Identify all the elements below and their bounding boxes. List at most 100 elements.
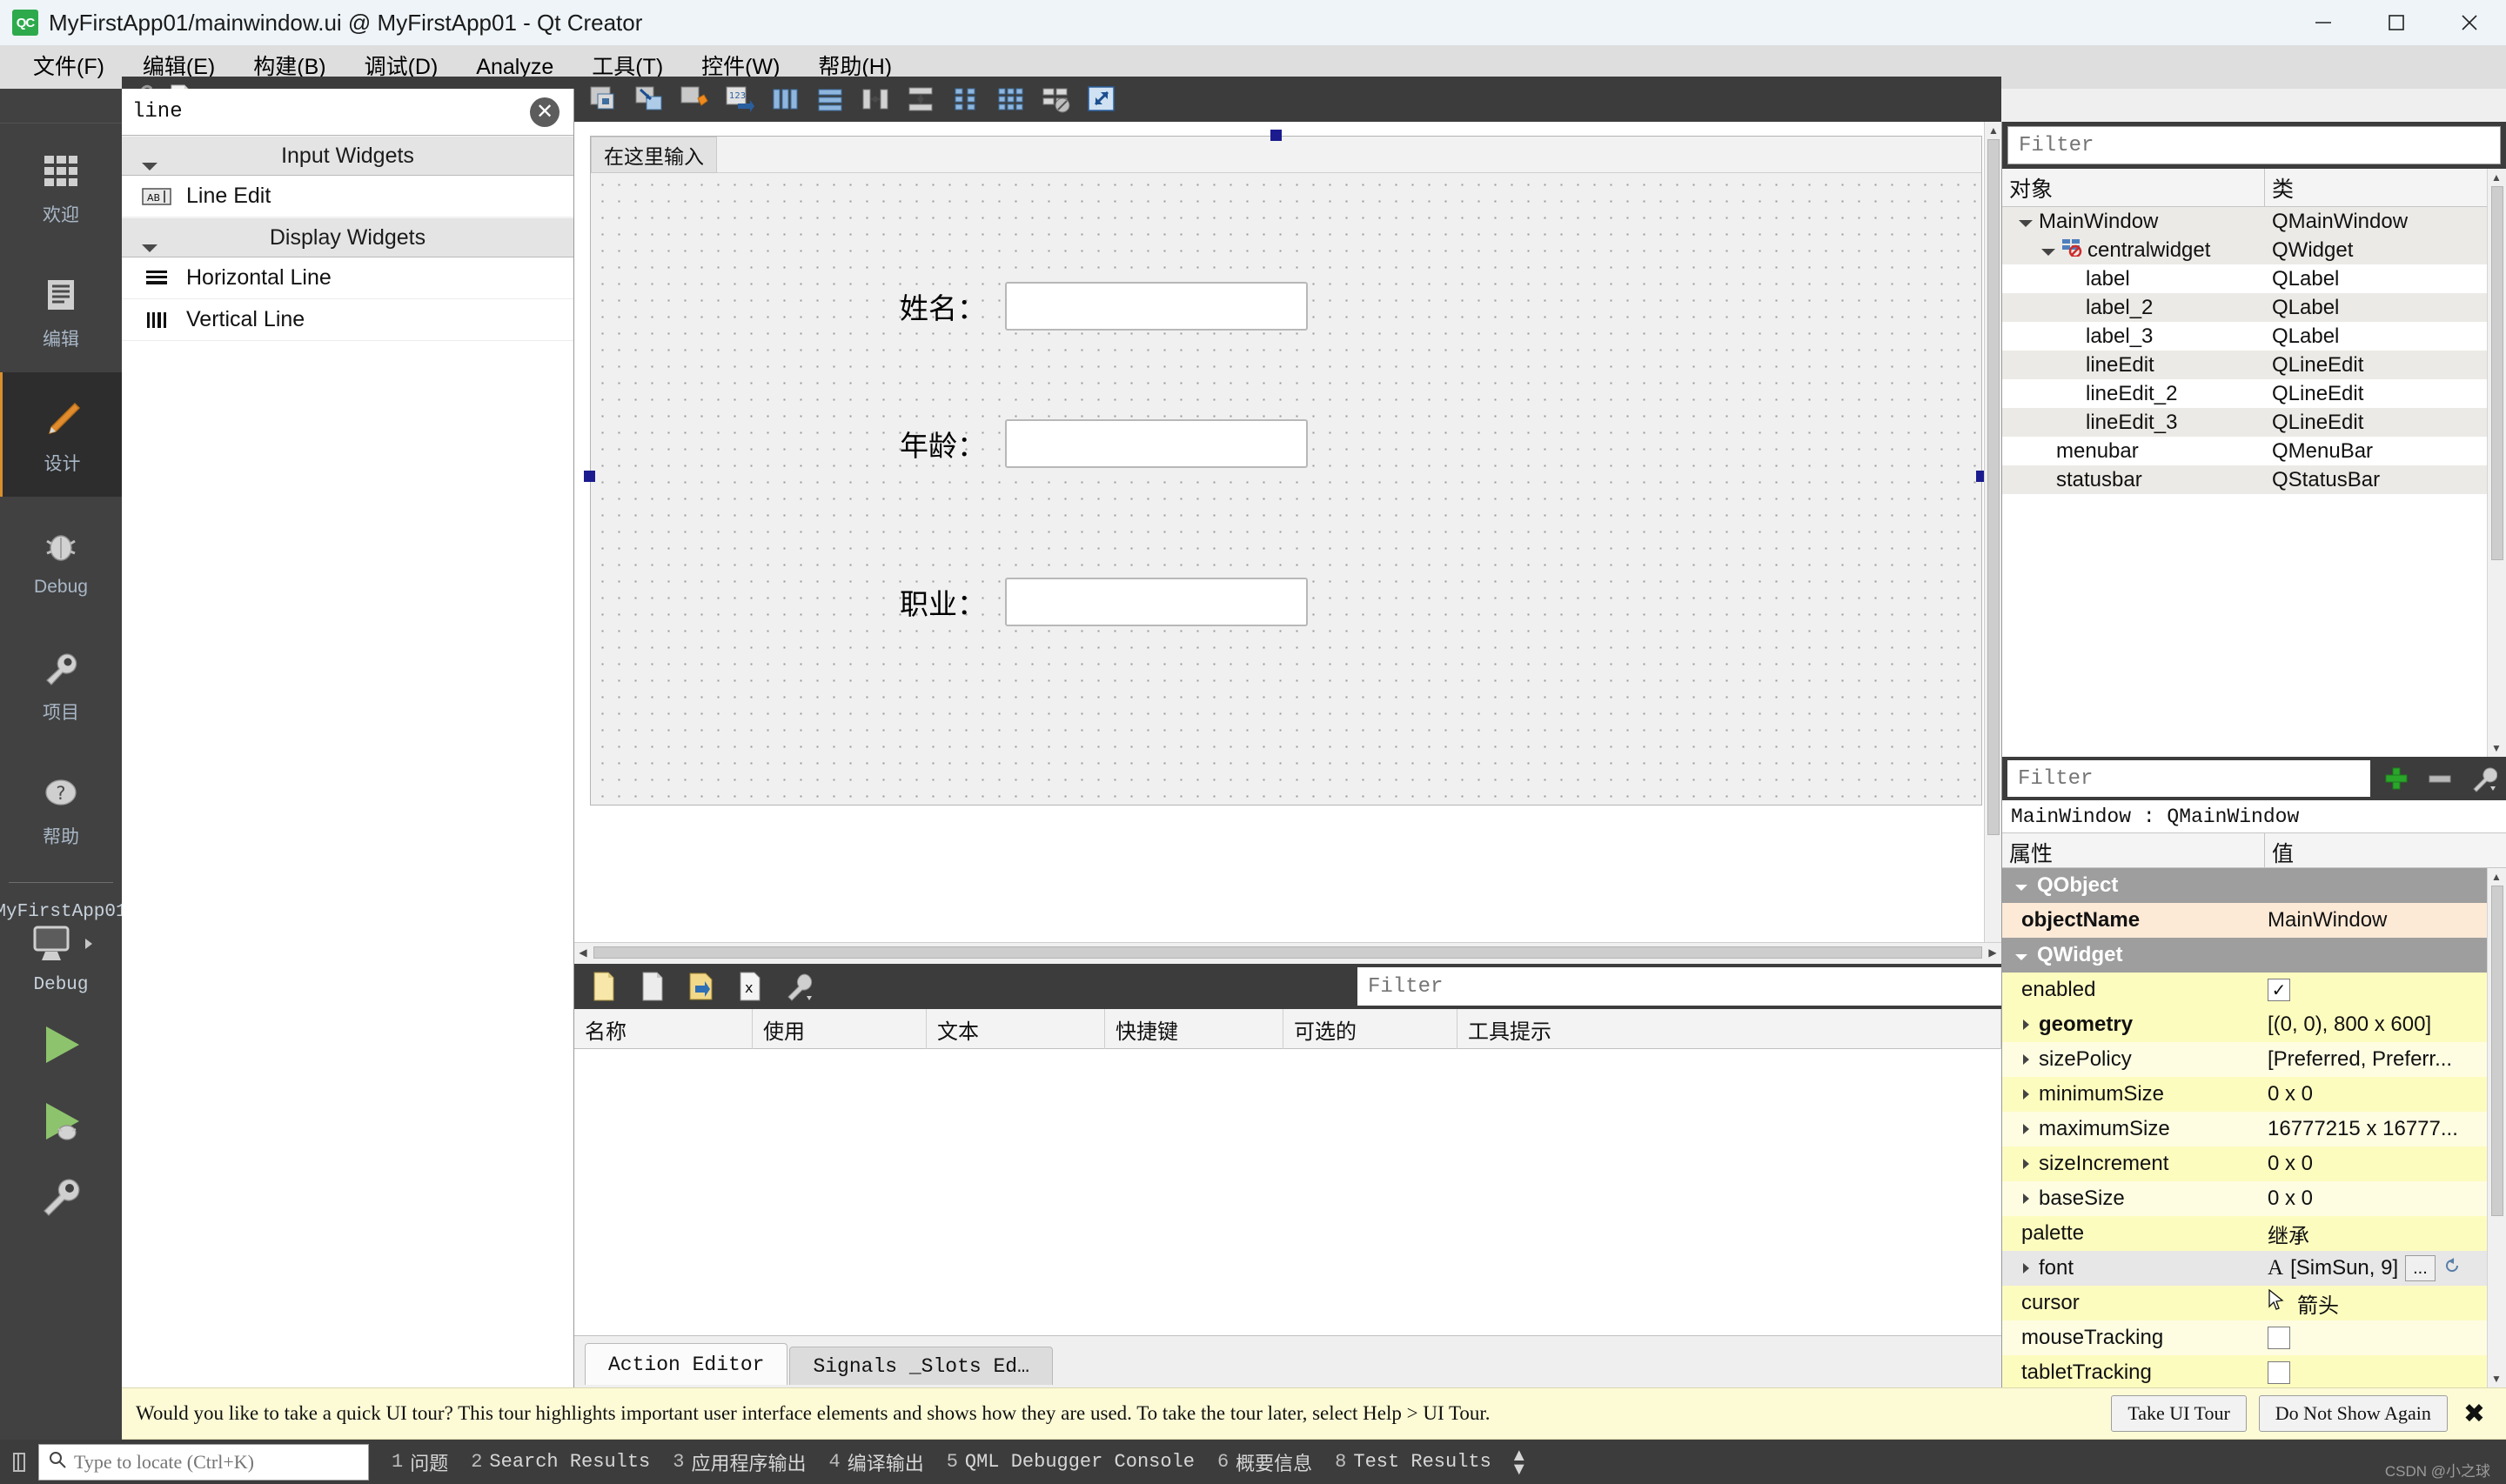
canvas-hscroll-thumb[interactable] — [593, 946, 1982, 959]
property-group-qobject[interactable]: QObject — [2002, 868, 2506, 903]
form-lineedit-occupation[interactable] — [1005, 578, 1308, 626]
property-row-geometry[interactable]: geometry [(0, 0), 800 x 600] — [2002, 1007, 2506, 1042]
kit-selector[interactable]: MyFirstApp01 Debug — [0, 892, 127, 995]
property-row-cursor[interactable]: cursor 箭头 — [2002, 1286, 2506, 1320]
action-col-used[interactable]: 使用 — [753, 1009, 927, 1049]
clear-circle-icon[interactable]: ✕ — [530, 97, 559, 127]
locator-box[interactable] — [38, 1443, 369, 1481]
output-pane-qml-debugger-console[interactable]: 5 QML Debugger Console — [947, 1451, 1195, 1473]
form-menubar[interactable]: 在这里输入 — [591, 136, 1981, 173]
chevron-right-icon[interactable] — [2021, 1256, 2030, 1280]
mode-button-design[interactable]: 设计 — [0, 372, 122, 497]
scroll-up-arrow-icon[interactable]: ▲ — [2488, 169, 2505, 186]
close-button[interactable] — [2433, 0, 2506, 45]
widget-filter-input[interactable] — [122, 89, 573, 135]
start-debugging-button[interactable] — [0, 1094, 122, 1148]
chevron-right-icon[interactable] — [2021, 1187, 2030, 1211]
mousetracking-checkbox[interactable] — [2268, 1327, 2290, 1349]
object-col-name[interactable]: 对象 — [2002, 169, 2265, 207]
form-lineedit-age[interactable] — [1005, 419, 1308, 468]
resize-handle-left[interactable] — [584, 471, 595, 482]
paste-action-button[interactable] — [679, 966, 724, 1006]
widget-item-line-edit[interactable]: AB Line Edit — [122, 176, 573, 217]
widget-group-display-widgets[interactable]: Display Widgets — [122, 217, 573, 257]
scroll-up-arrow-icon[interactable]: ▲ — [2488, 868, 2505, 886]
action-table-body[interactable] — [574, 1049, 2001, 1336]
property-value[interactable]: 0 x 0 — [2268, 1152, 2313, 1176]
widget-item-vertical-line[interactable]: Vertical Line — [122, 299, 573, 341]
output-pane-application-output[interactable]: 3 应用程序输出 — [673, 1448, 806, 1476]
property-scroll-thumb[interactable] — [2490, 886, 2503, 1216]
tab-action-editor[interactable]: Action Editor — [585, 1343, 788, 1385]
break-layout-button[interactable] — [1035, 80, 1077, 118]
table-row[interactable]: statusbar QStatusBar — [2002, 465, 2506, 494]
table-row[interactable]: lineEdit QLineEdit — [2002, 351, 2506, 379]
table-row[interactable]: label_2 QLabel — [2002, 293, 2506, 322]
property-row-sizeincrement[interactable]: sizeIncrement 0 x 0 — [2002, 1146, 2506, 1181]
chevron-right-icon[interactable] — [2021, 1117, 2030, 1141]
table-row[interactable]: MainWindow QMainWindow — [2002, 207, 2506, 236]
edit-tab-order-button[interactable]: 123 — [719, 80, 761, 118]
take-ui-tour-button[interactable]: Take UI Tour — [2111, 1395, 2247, 1432]
action-col-tooltip[interactable]: 工具提示 — [1457, 1009, 2001, 1049]
property-row-minimumsize[interactable]: minimumSize 0 x 0 — [2002, 1077, 2506, 1112]
property-row-tablettracking[interactable]: tabletTracking — [2002, 1355, 2506, 1390]
chevron-right-icon[interactable] — [2021, 1047, 2030, 1072]
form-row-age[interactable]: 年龄： — [900, 419, 1308, 468]
widget-item-horizontal-line[interactable]: Horizontal Line — [122, 257, 573, 299]
delete-action-button[interactable]: x — [727, 966, 773, 1006]
property-group-qwidget[interactable]: QWidget — [2002, 938, 2506, 973]
new-action-button[interactable] — [581, 966, 626, 1006]
tablettracking-checkbox[interactable] — [2268, 1361, 2290, 1384]
reset-icon[interactable] — [2442, 1256, 2462, 1281]
property-row-sizepolicy[interactable]: sizePolicy [Preferred, Preferr... — [2002, 1042, 2506, 1077]
property-value[interactable]: [SimSun, 9] — [2290, 1256, 2398, 1280]
property-value[interactable]: [Preferred, Preferr... — [2268, 1047, 2452, 1072]
property-value[interactable]: [(0, 0), 800 x 600] — [2268, 1013, 2431, 1037]
canvas-vertical-scrollbar[interactable]: ▲ ▼ — [1984, 122, 2002, 961]
output-pane-test-results[interactable]: 8 Test Results — [1335, 1451, 1491, 1473]
edit-widgets-button[interactable] — [583, 80, 625, 118]
minimize-button[interactable] — [2287, 0, 2360, 45]
mode-button-welcome[interactable]: 欢迎 — [0, 124, 122, 248]
form-preview-window[interactable]: 在这里输入 姓名： 年龄： 职业： — [590, 136, 1982, 806]
resize-handle-top[interactable] — [1270, 130, 1282, 141]
run-button[interactable] — [0, 1018, 122, 1072]
property-value[interactable]: 16777215 x 16777... — [2268, 1117, 2458, 1141]
chevron-down-icon[interactable] — [2014, 873, 2028, 898]
maximize-button[interactable] — [2360, 0, 2433, 45]
object-col-class[interactable]: 类 — [2265, 169, 2488, 207]
property-row-objectname[interactable]: objectName MainWindow — [2002, 903, 2506, 938]
close-icon[interactable]: ✖ — [2463, 1399, 2485, 1429]
table-row[interactable]: lineEdit_3 QLineEdit — [2002, 408, 2506, 437]
output-pane-more-icon[interactable]: ▲ ▼ — [1511, 1447, 1528, 1478]
action-col-checkable[interactable]: 可选的 — [1283, 1009, 1457, 1049]
property-editor-scrollbar[interactable]: ▲ ▼ — [2487, 868, 2506, 1387]
scroll-left-arrow-icon[interactable]: ◀ — [574, 943, 592, 961]
enabled-checkbox[interactable]: ✓ — [2268, 979, 2290, 1001]
output-pane-compile-output[interactable]: 4 编译输出 — [828, 1448, 923, 1476]
form-row-name[interactable]: 姓名： — [900, 282, 1308, 331]
form-central-widget[interactable]: 姓名： 年龄： 职业： — [591, 173, 1981, 798]
layout-form-button[interactable] — [945, 80, 987, 118]
form-lineedit-name[interactable] — [1005, 282, 1308, 331]
edit-signals-slots-button[interactable] — [628, 80, 670, 118]
layout-horizontally-button[interactable] — [764, 80, 806, 118]
layout-vertically-button[interactable] — [809, 80, 851, 118]
property-row-maximumsize[interactable]: maximumSize 16777215 x 16777... — [2002, 1112, 2506, 1146]
layout-grid-button[interactable] — [990, 80, 1032, 118]
property-row-font[interactable]: font A [SimSun, 9] ... — [2002, 1251, 2506, 1286]
action-filter-input[interactable] — [1357, 967, 2001, 1006]
mode-button-debug[interactable]: Debug — [0, 497, 122, 621]
action-col-name[interactable]: 名称 — [574, 1009, 753, 1049]
layout-splitter-vertical-button[interactable] — [900, 80, 941, 118]
scroll-down-arrow-icon[interactable]: ▼ — [2488, 739, 2505, 757]
menu-file[interactable]: 文件(F) — [14, 45, 124, 89]
do-not-show-again-button[interactable]: Do Not Show Again — [2258, 1395, 2448, 1432]
form-menubar-placeholder[interactable]: 在这里输入 — [591, 136, 717, 173]
mode-button-edit[interactable]: 编辑 — [0, 248, 122, 372]
copy-action-button[interactable] — [630, 966, 675, 1006]
form-canvas[interactable]: 在这里输入 姓名： 年龄： 职业： — [574, 122, 2001, 961]
chevron-down-icon[interactable] — [2018, 210, 2034, 234]
adjust-size-button[interactable] — [1081, 80, 1122, 118]
